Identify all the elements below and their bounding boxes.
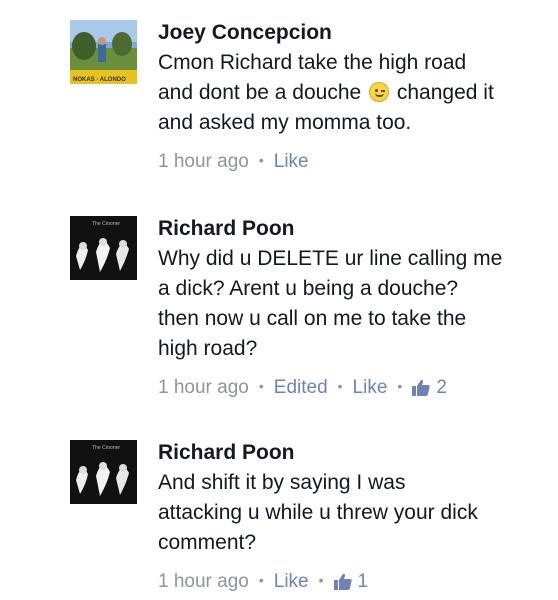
comment-author[interactable]: Joey Concepcion [158,20,548,46]
timestamp[interactable]: 1 hour ago [158,151,249,172]
svg-text:The Crooner: The Crooner [92,221,120,227]
separator-dot: • [258,378,264,394]
comment-line-part: and dont be a douche [158,81,362,104]
timestamp[interactable]: 1 hour ago [158,571,249,592]
comment-line: and asked my momma too. [158,111,412,134]
comment-text: Why did u DELETE ur line calling me a di… [158,244,548,364]
comment-line: a dick? Arent u being a douche? [158,277,459,300]
separator-dot: • [258,572,264,588]
comment-line: high road? [158,337,258,360]
comment-author[interactable]: Richard Poon [158,440,548,466]
timestamp[interactable]: 1 hour ago [158,377,249,398]
separator-dot: • [337,378,343,394]
comment-line: And shift it by saying I was [158,471,406,494]
avatar[interactable]: NOKAS · ALONDO [70,20,137,84]
like-link[interactable]: Like [274,151,309,172]
comment-line: Why did u DELETE ur line calling me [158,247,503,270]
avatar-photo: NOKAS · ALONDO [70,20,137,84]
comment-line-part: changed it [396,81,494,104]
comment-line: then now u call on me to take the [158,307,467,330]
comment-meta: 1 hour ago • Edited • Like • 2 [158,376,548,400]
avatar[interactable]: The Crooner [70,216,137,280]
like-count[interactable]: 2 [412,377,447,398]
comment-line: Cmon Richard take the high road [158,51,467,74]
thumbs-up-icon [412,379,430,396]
comment-author[interactable]: Richard Poon [158,216,548,242]
comment-text: And shift it by saying I was attacking u… [158,468,548,558]
comment-line-with-emoji: and dont be a douche changed it [158,78,548,108]
comment-meta: 1 hour ago • Like • 1 [158,570,548,594]
svg-text:NOKAS · ALONDO: NOKAS · ALONDO [73,77,126,83]
avatar-photo: The Crooner [70,440,137,504]
avatar[interactable]: The Crooner [70,440,137,504]
comment-line: attacking u while u threw your dick [158,501,478,524]
svg-text:The Crooner: The Crooner [92,445,120,451]
like-count[interactable]: 1 [333,571,369,592]
thumbs-up-icon [333,573,352,590]
avatar-photo: The Crooner [70,216,137,280]
comment-meta: 1 hour ago • Like [158,150,548,174]
wink-smile-icon [369,82,390,102]
like-count-value: 2 [436,377,447,398]
separator-dot: • [318,572,324,588]
like-link[interactable]: Like [353,377,388,398]
separator-dot: • [397,378,403,394]
like-link[interactable]: Like [274,571,309,592]
comment-line: comment? [158,531,257,554]
like-count-value: 1 [357,571,369,592]
separator-dot: • [258,152,264,168]
comment-text: Cmon Richard take the high road and dont… [158,48,548,138]
edited-link[interactable]: Edited [274,377,328,398]
